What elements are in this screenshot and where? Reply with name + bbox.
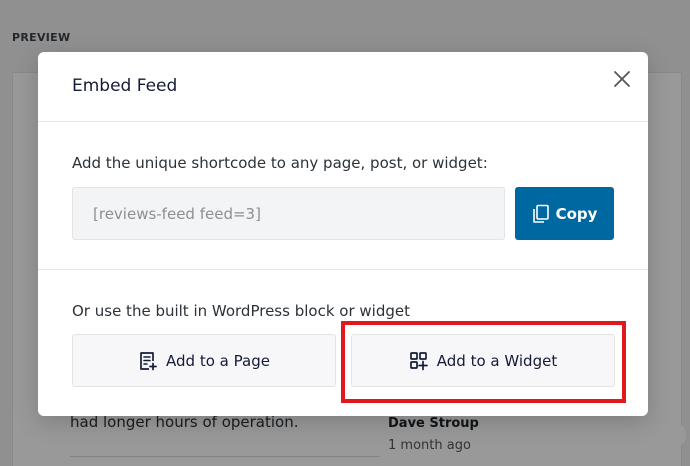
- copy-label: Copy: [555, 204, 598, 223]
- page-add-icon: [140, 351, 157, 370]
- add-to-page-button[interactable]: Add to a Page: [72, 334, 336, 387]
- close-icon: [614, 71, 630, 87]
- shortcode-label: Add the unique shortcode to any page, po…: [72, 154, 488, 172]
- close-button[interactable]: [608, 65, 636, 93]
- modal-header: Embed Feed: [38, 52, 648, 122]
- add-to-page-label: Add to a Page: [166, 351, 270, 370]
- wordpress-section: Or use the built in WordPress block or w…: [38, 271, 648, 416]
- copy-icon: [532, 204, 549, 223]
- wordpress-label: Or use the built in WordPress block or w…: [72, 302, 410, 320]
- copy-button[interactable]: Copy: [515, 187, 614, 240]
- shortcode-input[interactable]: [72, 187, 505, 240]
- widget-add-icon: [409, 351, 428, 370]
- modal-title: Embed Feed: [72, 76, 178, 96]
- add-to-widget-label: Add to a Widget: [436, 351, 558, 370]
- shortcode-section: Add the unique shortcode to any page, po…: [38, 123, 648, 270]
- embed-feed-modal: Embed Feed Add the unique shortcode to a…: [38, 52, 648, 416]
- add-to-widget-button[interactable]: Add to a Widget: [351, 334, 615, 387]
